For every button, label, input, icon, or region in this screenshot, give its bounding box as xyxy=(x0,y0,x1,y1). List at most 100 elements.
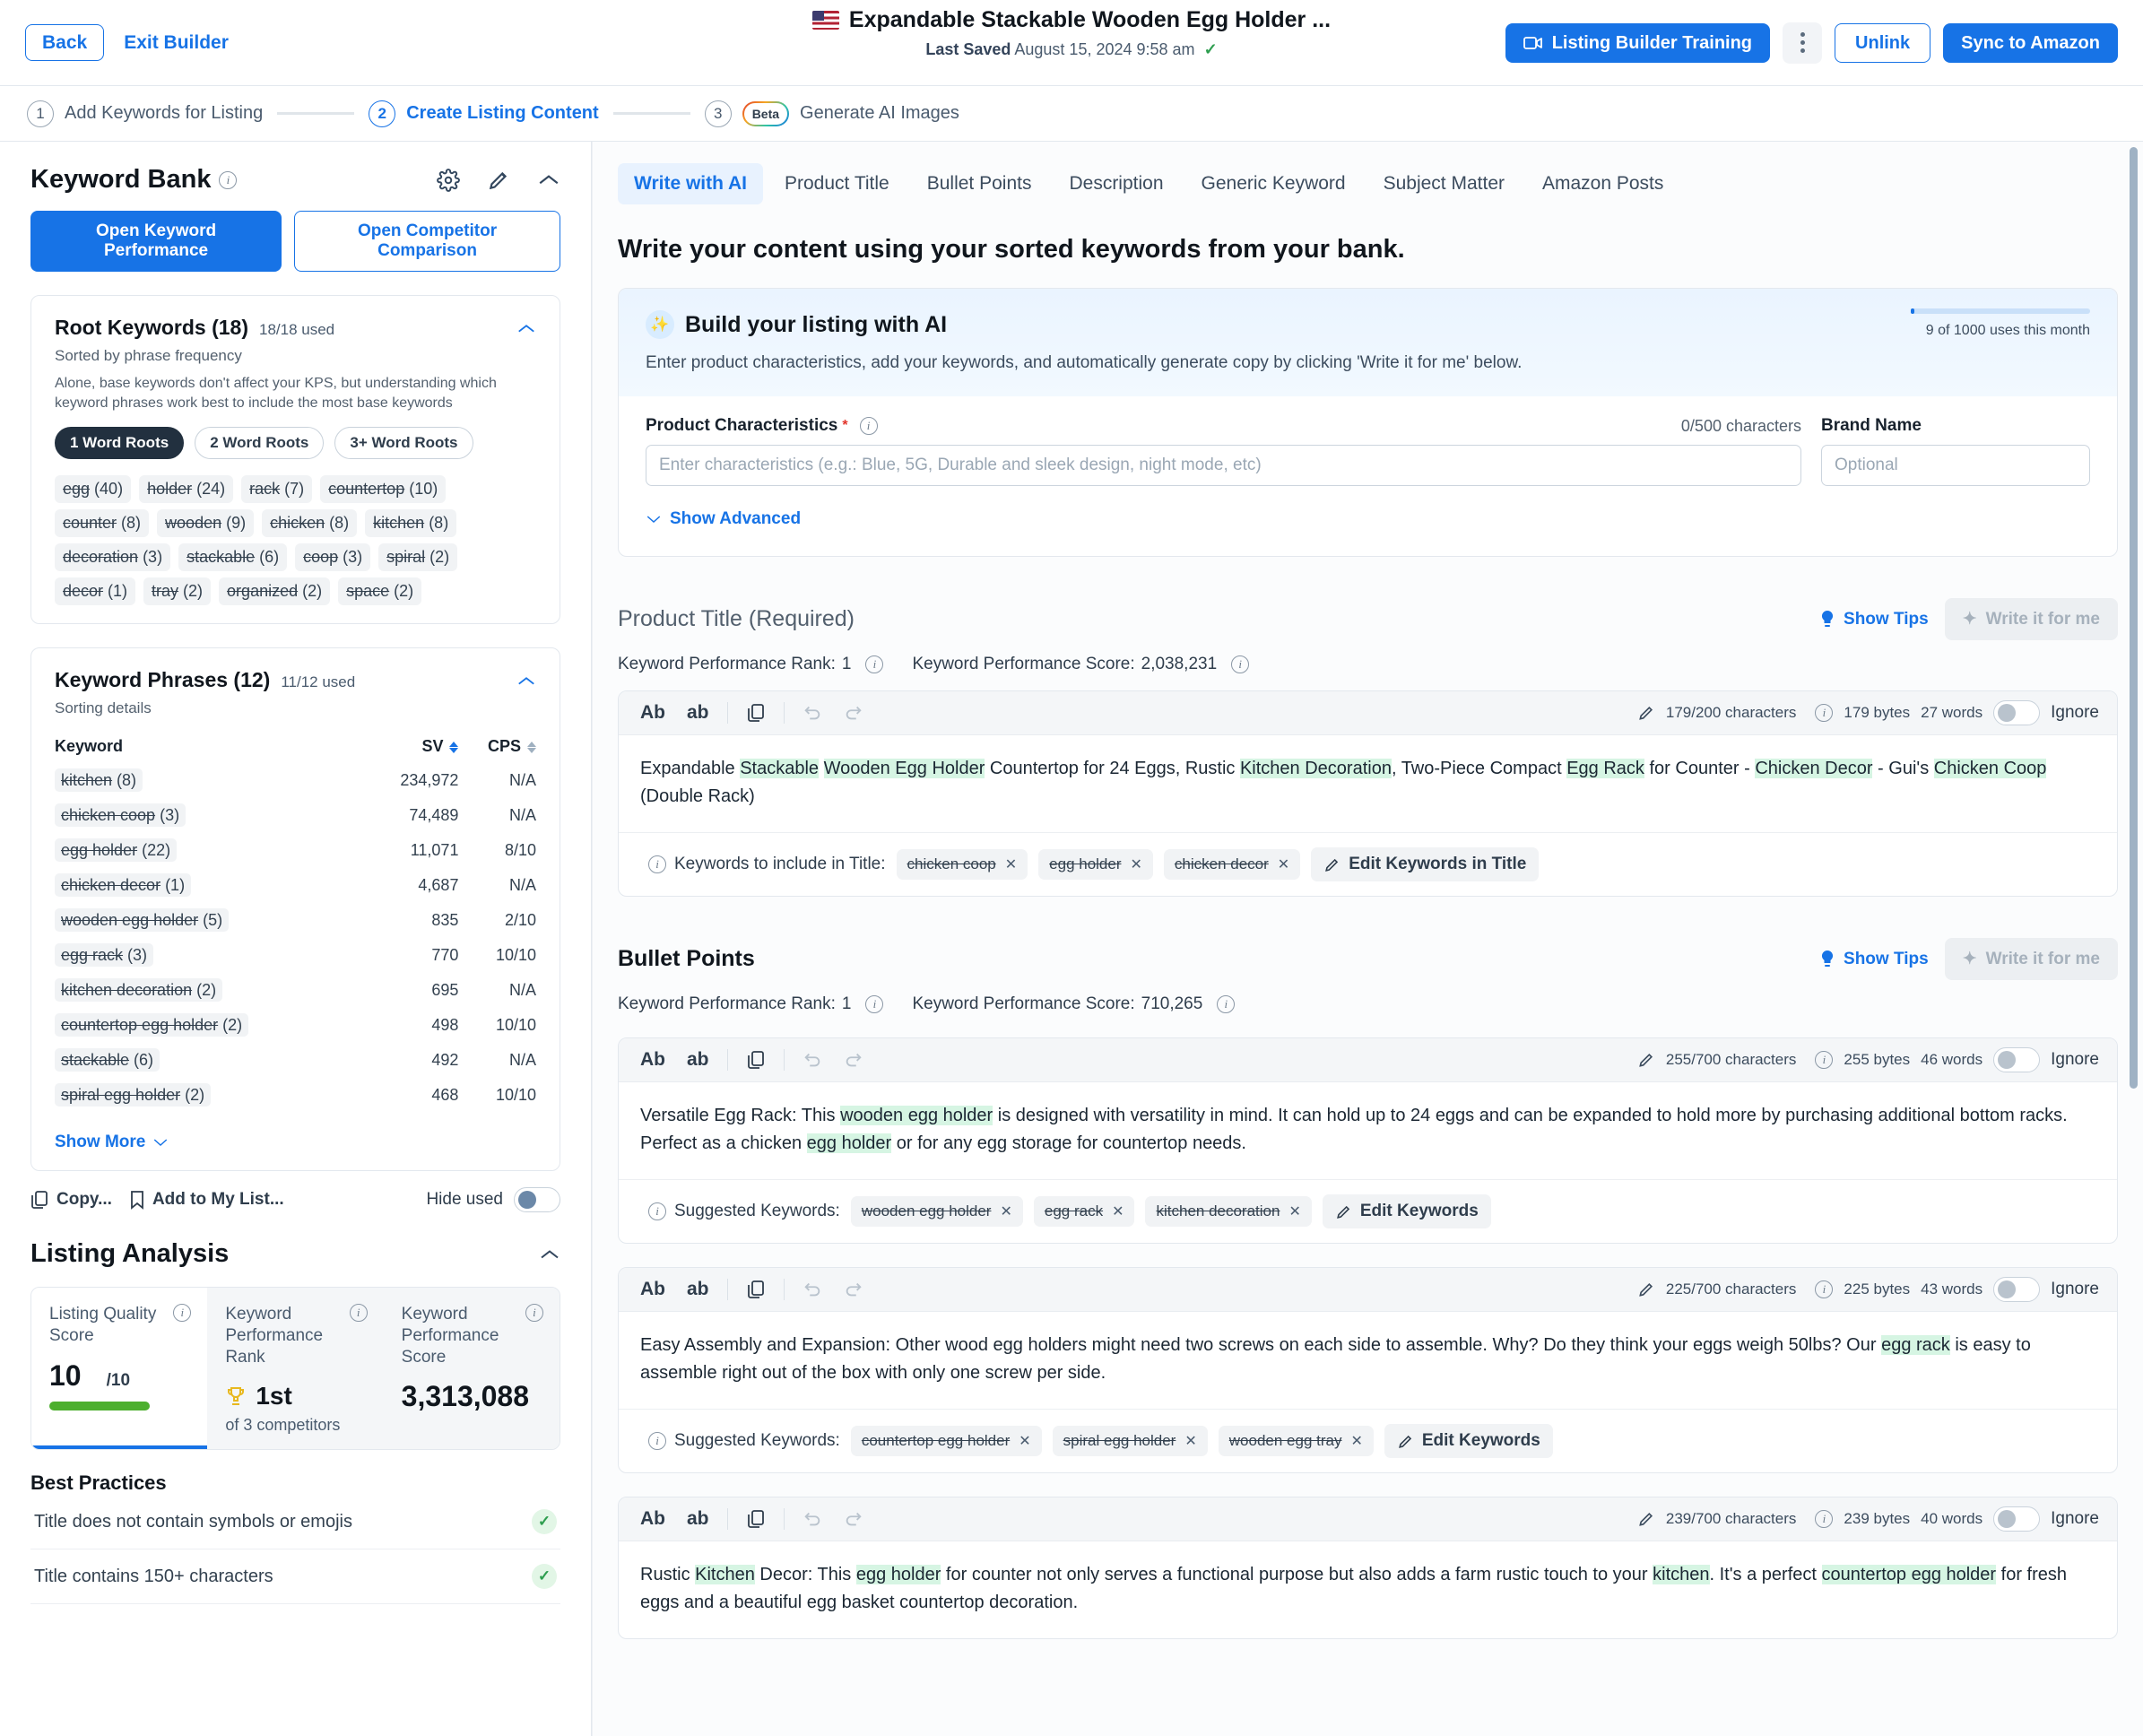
edit-pencil-icon[interactable] xyxy=(1637,1280,1655,1298)
back-button[interactable]: Back xyxy=(25,24,105,61)
info-icon[interactable]: i xyxy=(1815,1510,1834,1528)
tab-amazon-posts[interactable]: Amazon Posts xyxy=(1526,163,1679,204)
table-row[interactable]: kitchen (8) 234,972 N/A xyxy=(55,763,536,798)
copy-icon[interactable] xyxy=(742,1048,769,1072)
table-row[interactable]: egg holder (22) 11,071 8/10 xyxy=(55,833,536,868)
step-add-keywords[interactable]: 1 Add Keywords for Listing xyxy=(27,100,263,127)
gear-icon[interactable] xyxy=(437,168,460,192)
metric-listing-quality-score[interactable]: Listing Quality Score i 10/10 xyxy=(31,1288,208,1450)
filter-1-word-roots[interactable]: 1 Word Roots xyxy=(55,427,185,460)
edit-keywords-in-title-button[interactable]: Edit Keywords in Title xyxy=(1311,847,1540,881)
edit-keywords-button[interactable]: Edit Keywords xyxy=(1384,1424,1553,1458)
copy-icon[interactable] xyxy=(742,1507,769,1531)
uppercase-icon[interactable]: Ab xyxy=(637,700,669,725)
root-keyword-chip[interactable]: tray (2) xyxy=(143,577,212,606)
tab-product-title[interactable]: Product Title xyxy=(768,163,906,204)
remove-icon[interactable]: ✕ xyxy=(1278,855,1289,873)
remove-icon[interactable]: ✕ xyxy=(1350,1432,1362,1450)
info-icon[interactable]: i xyxy=(219,170,238,189)
unlink-button[interactable]: Unlink xyxy=(1835,22,1931,63)
info-icon[interactable]: i xyxy=(648,855,666,873)
product-title-text[interactable]: Expandable Stackable Wooden Egg Holder C… xyxy=(619,735,2117,832)
table-row[interactable]: stackable (6) 492 N/A xyxy=(55,1043,536,1078)
info-icon[interactable]: i xyxy=(349,1304,368,1323)
info-icon[interactable]: i xyxy=(648,1202,666,1220)
remove-icon[interactable]: ✕ xyxy=(1112,1202,1124,1220)
undo-icon[interactable] xyxy=(799,701,826,725)
tab-generic-keyword[interactable]: Generic Keyword xyxy=(1185,163,1362,204)
pencil-icon[interactable] xyxy=(487,169,510,192)
sort-icon[interactable] xyxy=(527,741,536,753)
write-it-for-me-button[interactable]: ✦ Write it for me xyxy=(1944,598,2118,640)
brand-name-input[interactable] xyxy=(1821,445,2090,486)
copy-icon[interactable] xyxy=(742,1278,769,1301)
remove-icon[interactable]: ✕ xyxy=(1019,1432,1030,1450)
suggested-keyword-chip[interactable]: wooden egg tray ✕ xyxy=(1218,1426,1374,1456)
root-keyword-chip[interactable]: organized (2) xyxy=(219,577,331,606)
bullet-point-text[interactable]: Easy Assembly and Expansion: Other wood … xyxy=(619,1312,2117,1409)
sync-to-amazon-button[interactable]: Sync to Amazon xyxy=(1943,22,2118,63)
redo-icon[interactable] xyxy=(840,1507,867,1531)
info-icon[interactable]: i xyxy=(1217,995,1236,1013)
table-row[interactable]: chicken coop (3) 74,489 N/A xyxy=(55,798,536,833)
uppercase-icon[interactable]: Ab xyxy=(637,1506,669,1532)
remove-icon[interactable]: ✕ xyxy=(1000,1202,1011,1220)
ignore-toggle[interactable] xyxy=(1993,1506,2041,1532)
table-row[interactable]: egg rack (3) 770 10/10 xyxy=(55,938,536,973)
ignore-toggle[interactable] xyxy=(1993,700,2041,725)
info-icon[interactable]: i xyxy=(648,1432,666,1450)
root-keyword-chip[interactable]: space (2) xyxy=(338,577,422,606)
more-options-button[interactable] xyxy=(1783,22,1823,64)
root-keyword-chip[interactable]: chicken (8) xyxy=(262,509,358,538)
remove-icon[interactable]: ✕ xyxy=(1184,1432,1196,1450)
tab-write-with-ai[interactable]: Write with AI xyxy=(618,163,763,204)
uppercase-icon[interactable]: Ab xyxy=(637,1047,669,1072)
remove-icon[interactable]: ✕ xyxy=(1131,855,1142,873)
step-create-listing-content[interactable]: 2 Create Listing Content xyxy=(369,100,599,127)
info-icon[interactable]: i xyxy=(865,655,884,673)
open-competitor-comparison-button[interactable]: Open Competitor Comparison xyxy=(294,211,560,272)
root-keyword-chip[interactable]: counter (8) xyxy=(55,509,150,538)
collapse-chevron-up-icon[interactable] xyxy=(537,172,560,188)
lowercase-icon[interactable]: ab xyxy=(683,1277,713,1302)
bullet-point-text[interactable]: Rustic Kitchen Decor: This egg holder fo… xyxy=(619,1541,2117,1638)
lowercase-icon[interactable]: ab xyxy=(683,700,713,725)
open-keyword-performance-button[interactable]: Open Keyword Performance xyxy=(30,211,282,272)
info-icon[interactable]: i xyxy=(859,417,878,435)
undo-icon[interactable] xyxy=(799,1048,826,1072)
remove-icon[interactable]: ✕ xyxy=(1288,1202,1300,1220)
edit-keywords-button[interactable]: Edit Keywords xyxy=(1322,1194,1491,1228)
root-keyword-chip[interactable]: egg (40) xyxy=(55,475,132,504)
title-keyword-chip[interactable]: chicken decor ✕ xyxy=(1163,849,1301,880)
listing-builder-training-button[interactable]: Listing Builder Training xyxy=(1505,22,1771,63)
tab-subject-matter[interactable]: Subject Matter xyxy=(1367,163,1521,204)
suggested-keyword-chip[interactable]: countertop egg holder ✕ xyxy=(850,1426,1042,1456)
column-cps[interactable]: CPS xyxy=(458,730,536,763)
filter-3plus-word-roots[interactable]: 3+ Word Roots xyxy=(334,427,473,460)
uppercase-icon[interactable]: Ab xyxy=(637,1277,669,1302)
root-keyword-chip[interactable]: kitchen (8) xyxy=(365,509,457,538)
root-keyword-chip[interactable]: holder (24) xyxy=(139,475,234,504)
main-scrollbar[interactable] xyxy=(2130,147,2138,1089)
lowercase-icon[interactable]: ab xyxy=(683,1047,713,1072)
show-tips-button[interactable]: Show Tips xyxy=(1819,950,1929,969)
root-keyword-chip[interactable]: decor (1) xyxy=(55,577,136,606)
sort-icon[interactable] xyxy=(449,741,459,753)
undo-icon[interactable] xyxy=(799,1507,826,1531)
table-row[interactable]: countertop egg holder (2) 498 10/10 xyxy=(55,1008,536,1043)
root-keyword-chip[interactable]: coop (3) xyxy=(295,543,371,572)
listing-analysis-collapse-icon[interactable] xyxy=(539,1247,560,1261)
suggested-keyword-chip[interactable]: egg rack ✕ xyxy=(1033,1196,1135,1227)
root-keyword-chip[interactable]: spiral (2) xyxy=(378,543,458,572)
undo-icon[interactable] xyxy=(799,1278,826,1301)
root-keyword-chip[interactable]: countertop (10) xyxy=(320,475,447,504)
product-characteristics-input[interactable] xyxy=(646,445,1801,486)
show-tips-button[interactable]: Show Tips xyxy=(1819,610,1929,629)
root-keyword-chip[interactable]: rack (7) xyxy=(241,475,313,504)
redo-icon[interactable] xyxy=(840,1278,867,1301)
edit-pencil-icon[interactable] xyxy=(1637,1510,1655,1528)
info-icon[interactable]: i xyxy=(1231,655,1250,673)
ignore-toggle[interactable] xyxy=(1993,1047,2041,1072)
filter-2-word-roots[interactable]: 2 Word Roots xyxy=(195,427,325,460)
root-keyword-chip[interactable]: wooden (9) xyxy=(157,509,255,538)
